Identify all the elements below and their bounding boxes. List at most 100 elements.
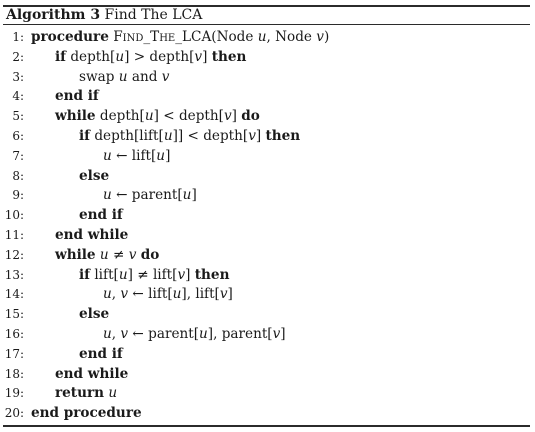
algorithm-line: 18: end while xyxy=(0,365,535,385)
line-code: return u xyxy=(55,384,117,404)
algorithm-line: 17: end if xyxy=(0,345,535,365)
algorithm-line: 20: end procedure xyxy=(0,404,535,424)
keyword: do xyxy=(140,246,160,263)
keyword: return xyxy=(55,385,105,402)
keyword: while xyxy=(55,108,96,125)
line-number: 8: xyxy=(12,168,24,183)
keyword: if xyxy=(79,127,91,144)
line-number: 10: xyxy=(4,208,24,223)
algorithm-line: 5: while depth[u] < depth[v] do xyxy=(0,107,535,127)
caption-rule xyxy=(3,24,530,25)
algorithm-caption: Algorithm 3 Find The LCA xyxy=(6,6,202,24)
keyword: procedure xyxy=(31,29,109,45)
algorithm-line: 3: swap u and v xyxy=(0,68,535,88)
keyword: end if xyxy=(55,88,99,105)
line-code: end while xyxy=(55,365,128,385)
line-number: 13: xyxy=(4,267,24,282)
line-number: 4: xyxy=(12,89,24,104)
bottom-rule xyxy=(3,425,530,427)
line-code: while u ≠ v do xyxy=(55,246,159,266)
algorithm-line: 11: end while xyxy=(0,226,535,246)
algorithm-line: 16: u, v ← parent[u], parent[v] xyxy=(0,325,535,345)
algorithm-line: 9: u ← parent[u] xyxy=(0,186,535,206)
line-code: else xyxy=(79,305,109,325)
line-code: else xyxy=(79,167,109,187)
line-number: 6: xyxy=(12,128,24,143)
line-code: u, v ← lift[u], lift[v] xyxy=(103,285,233,305)
line-code: if depth[u] > depth[v] then xyxy=(55,48,246,68)
keyword: if xyxy=(55,48,67,65)
algorithm-line: 15: else xyxy=(0,305,535,325)
line-text: depth[u] < depth[v] xyxy=(95,108,242,125)
keyword: end if xyxy=(79,345,123,362)
line-number: 15: xyxy=(4,307,24,322)
keyword: else xyxy=(79,167,110,184)
line-code: while depth[u] < depth[v] do xyxy=(55,107,260,127)
algorithm-line: 8: else xyxy=(0,167,535,187)
algorithm-line: 14: u, v ← lift[u], lift[v] xyxy=(0,285,535,305)
keyword: end while xyxy=(55,365,129,382)
line-code: end if xyxy=(79,345,123,365)
keyword: if xyxy=(79,266,91,283)
line-number: 17: xyxy=(4,346,24,361)
line-code: end while xyxy=(55,226,128,246)
line-number: 2: xyxy=(12,49,24,64)
keyword: end procedure xyxy=(31,405,142,422)
algorithm-line: 10: end if xyxy=(0,206,535,226)
line-number: 11: xyxy=(4,227,24,242)
line-code: end if xyxy=(55,87,99,107)
line-code: end procedure xyxy=(31,404,142,424)
algorithm-line: 12: while u ≠ v do xyxy=(0,246,535,266)
keyword: then xyxy=(265,127,301,144)
line-number: 18: xyxy=(4,366,24,381)
line-number: 12: xyxy=(4,247,24,262)
line-text: u ← lift[u] xyxy=(103,147,171,164)
line-number: 20: xyxy=(4,406,24,421)
line-text: u, v ← parent[u], parent[v] xyxy=(103,325,286,342)
line-text: u, v ← lift[u], lift[v] xyxy=(103,286,233,303)
line-text: depth[lift[u]] < depth[v] xyxy=(90,127,266,144)
line-number: 14: xyxy=(4,287,24,302)
keyword: end if xyxy=(79,207,123,224)
algorithm-lines: 1: procedure Find_The_LCA(Node u, Node v)… xyxy=(0,28,535,424)
line-number: 7: xyxy=(12,148,24,163)
keyword: end while xyxy=(55,226,129,243)
keyword: then xyxy=(194,266,230,283)
algorithm-line: 4: end if xyxy=(0,87,535,107)
algorithm-block: Algorithm 3 Find The LCA 1: procedure Fin… xyxy=(0,0,535,432)
keyword: do xyxy=(241,108,260,125)
algorithm-line: 1: procedure Find_The_LCA(Node u, Node v) xyxy=(0,28,535,48)
line-code: u, v ← parent[u], parent[v] xyxy=(103,325,286,345)
line-code: u ← parent[u] xyxy=(103,186,197,206)
algorithm-line: 2: if depth[u] > depth[v] then xyxy=(0,48,535,68)
line-number: 5: xyxy=(12,109,24,124)
algorithm-title: Find The LCA xyxy=(104,7,203,23)
line-number: 9: xyxy=(12,188,24,203)
procedure-name: Find_The_LCA xyxy=(113,29,212,45)
line-code: u ← lift[u] xyxy=(103,147,170,167)
algorithm-line: 7: u ← lift[u] xyxy=(0,147,535,167)
line-code: swap u and v xyxy=(79,68,169,88)
line-text: swap u and v xyxy=(79,68,170,85)
keyword: else xyxy=(79,306,110,323)
line-number: 19: xyxy=(4,386,24,401)
line-text: lift[u] ≠ lift[v] xyxy=(90,266,195,283)
algorithm-line: 13: if lift[u] ≠ lift[v] then xyxy=(0,266,535,286)
keyword: then xyxy=(211,48,247,65)
line-text: u ← parent[u] xyxy=(103,187,197,204)
algorithm-line: 19: return u xyxy=(0,384,535,404)
algorithm-label: Algorithm 3 xyxy=(6,7,101,23)
line-number: 1: xyxy=(12,30,24,44)
line-code: if lift[u] ≠ lift[v] then xyxy=(79,266,229,286)
line-code: end if xyxy=(79,206,123,226)
keyword: while xyxy=(55,246,96,263)
line-number: 3: xyxy=(12,69,24,84)
line-text: u ≠ v xyxy=(99,246,137,263)
line-code: procedure Find_The_LCA(Node u, Node v) xyxy=(31,28,329,48)
line-code: if depth[lift[u]] < depth[v] then xyxy=(79,127,300,147)
line-number: 16: xyxy=(4,326,24,341)
algorithm-line: 6: if depth[lift[u]] < depth[v] then xyxy=(0,127,535,147)
line-text: u xyxy=(108,385,118,402)
line-text: (Node u, Node v) xyxy=(211,29,330,45)
line-text: depth[u] > depth[v] xyxy=(66,48,212,65)
